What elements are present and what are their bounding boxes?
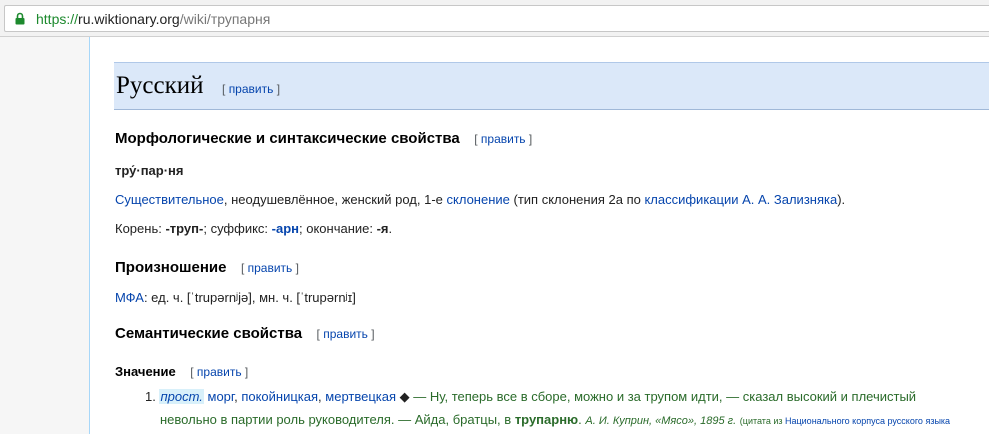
edit-section-sem: [ править ] bbox=[316, 327, 375, 341]
decl-type-text: (тип склонения 2a по bbox=[509, 192, 645, 207]
url-host: ru.wiktionary.org bbox=[78, 11, 180, 27]
language-heading: Русский bbox=[116, 72, 204, 99]
register-label[interactable]: прост. bbox=[159, 389, 204, 404]
edit-section-meaning: [ править ] bbox=[190, 365, 249, 379]
edit-link[interactable]: править bbox=[197, 365, 242, 379]
noun-link[interactable]: Существительное bbox=[115, 192, 224, 207]
morph-heading: Морфологические и синтаксические свойств… bbox=[115, 130, 460, 147]
pos-props: , неодушевлённое, женский род, 1-е bbox=[223, 192, 447, 207]
morph-section-header: Морфологические и синтаксические свойств… bbox=[115, 130, 532, 148]
edit-link[interactable]: править bbox=[481, 132, 526, 146]
declension-link[interactable]: склонение bbox=[447, 192, 510, 207]
pron-section-header: Произношение [ править ] bbox=[115, 259, 299, 277]
morphemes-line: Корень: -труп-; суффикс: -арн; окончание… bbox=[115, 221, 393, 236]
url-text[interactable]: https://ru.wiktionary.org/wiki/трупарня bbox=[36, 11, 270, 27]
zaliznyak-link[interactable]: классификации А. А. Зализняка bbox=[644, 192, 837, 207]
sem-heading: Семантические свойства bbox=[115, 325, 303, 342]
ending-morpheme: -я bbox=[376, 221, 389, 236]
quote-text-cont: невольно в партии роль руководителя. — А… bbox=[160, 412, 515, 427]
edit-link[interactable]: править bbox=[229, 82, 274, 96]
synonym-link-morg[interactable]: морг bbox=[208, 389, 235, 404]
edit-section-language: [ править ] bbox=[222, 82, 281, 96]
definition-line-2: невольно в партии роль руководителя. — А… bbox=[160, 412, 951, 427]
lock-icon bbox=[15, 12, 25, 25]
pron-heading: Произношение bbox=[115, 259, 227, 276]
suffix-link[interactable]: -арн bbox=[272, 221, 299, 236]
corpus-citation: (цитата из Национального корпуса русског… bbox=[739, 416, 951, 426]
edit-section-pron: [ править ] bbox=[240, 261, 299, 275]
synonym-link-mertvetskaya[interactable]: мертвецкая bbox=[325, 389, 396, 404]
corpus-link[interactable]: Национального корпуса русского языка bbox=[785, 416, 950, 426]
syllables: тру́·пар·ня bbox=[115, 163, 184, 178]
edit-link[interactable]: править bbox=[248, 261, 293, 275]
meaning-heading: Значение bbox=[115, 364, 176, 379]
synonym-link-pokoinitskaya[interactable]: покойницкая bbox=[241, 389, 318, 404]
root-morpheme: -труп- bbox=[165, 221, 204, 236]
definition-line-1: 1. прост. морг, покойницкая, мертвецкая … bbox=[145, 389, 917, 404]
quote-text: — Ну, теперь все в сборе, можно и за тру… bbox=[413, 389, 917, 404]
sem-section-header: Семантические свойства [ править ] bbox=[115, 325, 375, 343]
address-bar[interactable]: https://ru.wiktionary.org/wiki/трупарня bbox=[4, 5, 989, 32]
url-scheme: https:// bbox=[36, 11, 79, 27]
article-content: Русский [ править ] Морфологические и си… bbox=[89, 37, 989, 434]
definition-number: 1. bbox=[145, 389, 156, 404]
quote-source: А. И. Куприн, «Мясо», 1895 г. bbox=[585, 415, 737, 427]
meaning-subheader: Значение [ править ] bbox=[115, 363, 248, 381]
edit-link[interactable]: править bbox=[323, 327, 368, 341]
ipa-line: МФА: ед. ч. [ˈtrupərnʲjə], мн. ч. [ˈtrup… bbox=[115, 290, 356, 306]
ipa-text: : ед. ч. [ˈtrupərnʲjə], мн. ч. [ˈtrupərn… bbox=[143, 290, 356, 305]
browser-toolbar: https://ru.wiktionary.org/wiki/трупарня bbox=[0, 0, 989, 37]
edit-section-morph: [ править ] bbox=[474, 132, 533, 146]
quote-headword: трупарню bbox=[514, 412, 579, 427]
url-path: /wiki/трупарня bbox=[179, 11, 271, 27]
diamond-icon: ◆ bbox=[396, 389, 414, 404]
language-header: Русский [ править ] bbox=[114, 62, 989, 110]
ipa-link[interactable]: МФА bbox=[115, 290, 144, 305]
pos-line: Существительное, неодушевлённое, женский… bbox=[115, 192, 846, 207]
